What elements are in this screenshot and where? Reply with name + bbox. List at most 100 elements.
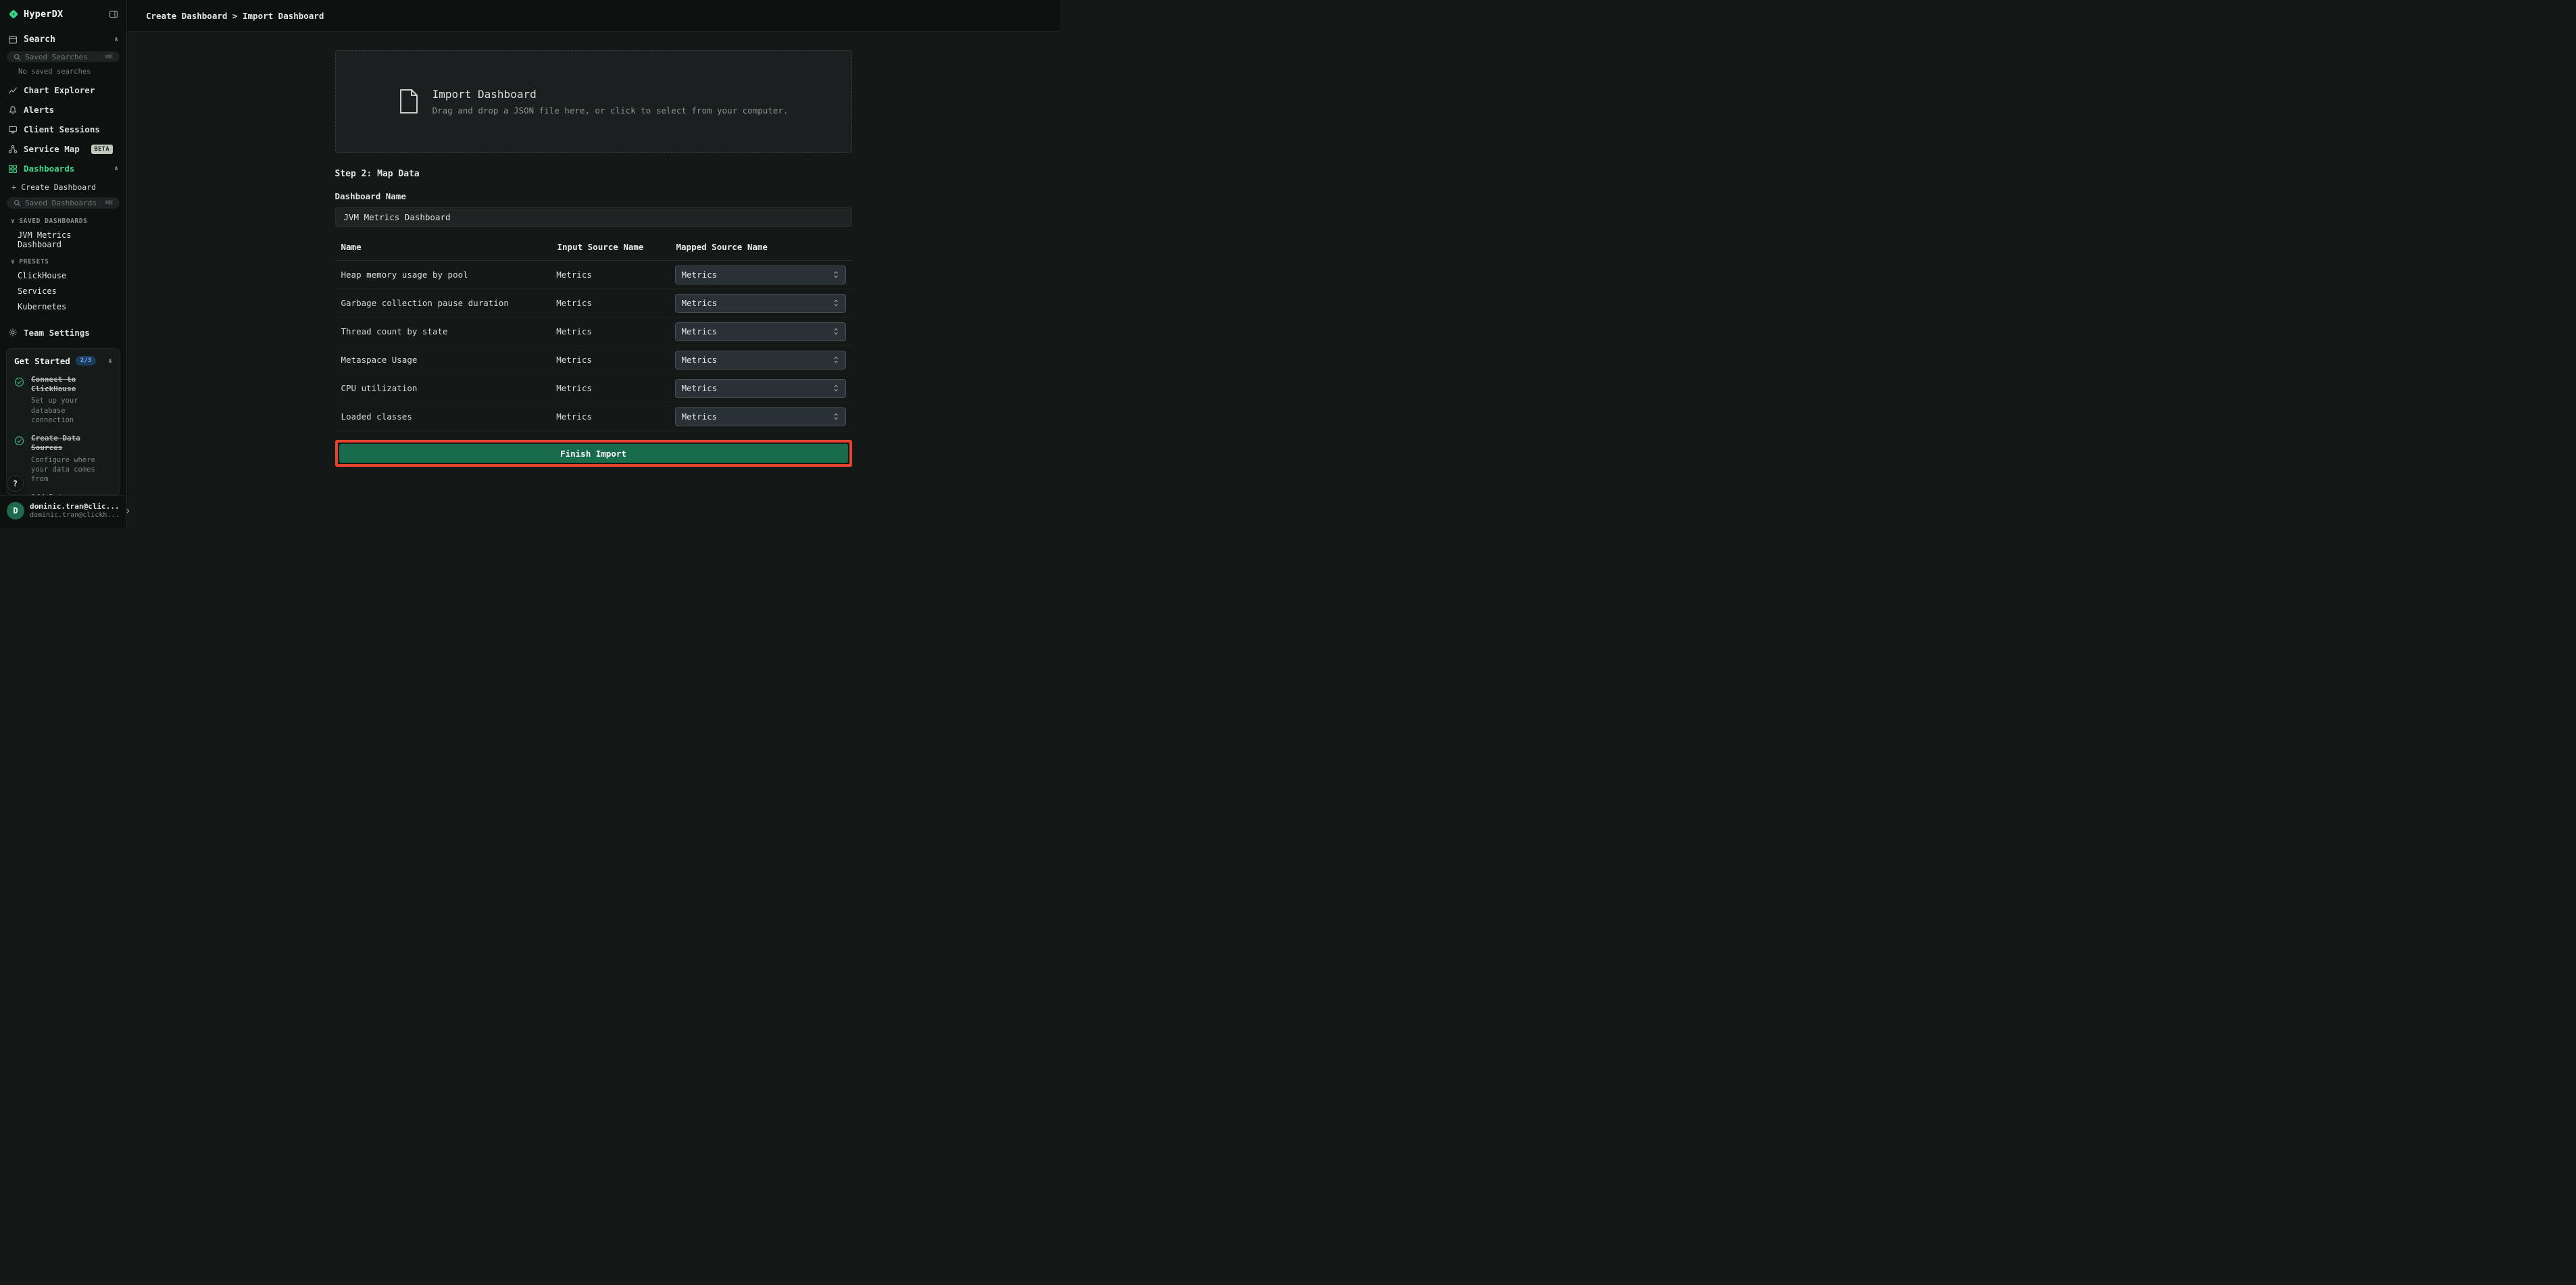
help-button[interactable]: ? xyxy=(7,475,24,492)
finish-import-button[interactable]: Finish Import xyxy=(339,444,848,463)
table-row: Garbage collection pause duration Metric… xyxy=(335,289,852,318)
row-mapped-cell: Metrics xyxy=(675,294,846,313)
search-icon xyxy=(14,199,21,207)
select-chevrons-icon xyxy=(833,412,839,421)
column-header-name: Name xyxy=(341,242,558,252)
get-started-card: Get Started 2/3 ∧ Connect to ClickHouse … xyxy=(6,348,120,495)
progress-badge: 2/3 xyxy=(76,356,96,366)
sidebar-header: HyperDX xyxy=(0,0,126,26)
content: Import Dashboard Drag and drop a JSON fi… xyxy=(127,32,1060,528)
row-name: Metaspace Usage xyxy=(341,355,557,365)
row-mapped-cell: Metrics xyxy=(675,407,846,426)
create-dashboard-label: Create Dashboard xyxy=(21,182,96,192)
saved-dashboards-input[interactable]: Saved Dashboards ⌘K xyxy=(7,197,120,208)
presets-group[interactable]: ∨ PRESETS xyxy=(0,253,126,268)
table-row: CPU utilization Metrics Metrics xyxy=(335,374,852,403)
sidebar-item-label: Dashboards xyxy=(24,163,74,174)
mapped-source-select[interactable]: Metrics xyxy=(675,294,846,313)
file-icon xyxy=(399,89,419,114)
table-row: Heap memory usage by pool Metrics Metric… xyxy=(335,261,852,289)
select-chevrons-icon xyxy=(833,384,839,393)
sidebar-item-label: Chart Explorer xyxy=(24,85,95,95)
preset-link-kubernetes[interactable]: Kubernetes xyxy=(0,299,126,315)
row-input-source: Metrics xyxy=(556,355,674,365)
row-mapped-cell: Metrics xyxy=(675,379,846,398)
get-started-item-desc: Configure where your data comes from xyxy=(31,455,112,484)
mapped-source-select[interactable]: Metrics xyxy=(675,322,846,341)
sidebar-item-label: Client Sessions xyxy=(24,124,100,134)
get-started-item-text: Connect to ClickHouse Set up your databa… xyxy=(31,375,112,425)
get-started-item-desc: Set up your database connection xyxy=(31,396,112,425)
get-started-item-add-data[interactable]: Add Data Start sending logs, metrics, or… xyxy=(14,493,112,495)
saved-searches-input[interactable]: Saved Searches ⌘K xyxy=(7,51,120,62)
row-mapped-cell: Metrics xyxy=(675,266,846,284)
chevron-up-icon: ∧ xyxy=(114,36,118,43)
mapping-table: Name Input Source Name Mapped Source Nam… xyxy=(335,236,852,431)
collapse-sidebar-icon[interactable] xyxy=(109,9,118,19)
row-name: Thread count by state xyxy=(341,326,557,336)
saved-dashboards-group[interactable]: ∨ SAVED DASHBOARDS xyxy=(0,212,126,228)
search-section-icon xyxy=(8,35,18,45)
get-started-item-connect[interactable]: Connect to ClickHouse Set up your databa… xyxy=(14,375,112,425)
sidebar: HyperDX Search ∧ Saved Searches ⌘K No sa… xyxy=(0,0,127,528)
preset-link-services[interactable]: Services xyxy=(0,284,126,299)
topbar: Create Dashboard > Import Dashboard xyxy=(127,0,1060,32)
user-menu[interactable]: D dominic.tran@clic... dominic.tran@clic… xyxy=(0,495,126,528)
create-dashboard-button[interactable]: + Create Dashboard xyxy=(0,178,126,197)
shortcut-hint: ⌘K xyxy=(105,53,113,61)
table-header: Name Input Source Name Mapped Source Nam… xyxy=(335,236,852,261)
selected-option: Metrics xyxy=(682,270,718,280)
table-row: Metaspace Usage Metrics Metrics xyxy=(335,346,852,374)
row-input-source: Metrics xyxy=(556,411,674,422)
sidebar-item-alerts[interactable]: Alerts xyxy=(0,100,126,120)
get-started-item-sources[interactable]: Create Data Sources Configure where your… xyxy=(14,434,112,484)
sidebar-item-team-settings[interactable]: Team Settings xyxy=(0,323,126,343)
get-started-item-title: Create Data Sources xyxy=(31,434,112,453)
select-chevrons-icon xyxy=(833,355,839,364)
get-started-title: Get Started xyxy=(14,356,70,366)
selected-option: Metrics xyxy=(682,298,718,308)
chart-icon xyxy=(8,86,18,95)
get-started-item-text: Add Data Start sending logs, metrics, or… xyxy=(31,493,101,495)
chevron-up-icon: ∧ xyxy=(108,357,112,365)
table-row: Loaded classes Metrics Metrics xyxy=(335,403,852,431)
step-label: Step 2: Map Data xyxy=(335,169,852,179)
sidebar-section-search[interactable]: Search ∧ xyxy=(0,28,126,51)
dashboard-name-input[interactable] xyxy=(335,207,852,227)
select-chevrons-icon xyxy=(833,327,839,336)
saved-dashboard-link[interactable]: JVM Metrics Dashboard xyxy=(0,228,126,253)
dropzone-subtitle: Drag and drop a JSON file here, or click… xyxy=(432,105,789,116)
mapped-source-select[interactable]: Metrics xyxy=(675,379,846,398)
breadcrumb: Create Dashboard > Import Dashboard xyxy=(146,11,324,21)
chevron-down-icon: ∨ xyxy=(11,258,15,266)
get-started-item-text: Create Data Sources Configure where your… xyxy=(31,434,112,484)
row-input-source: Metrics xyxy=(556,326,674,336)
gear-icon xyxy=(8,328,18,337)
mapped-source-select[interactable]: Metrics xyxy=(675,351,846,370)
row-input-source: Metrics xyxy=(556,298,674,308)
chevron-down-icon: ∨ xyxy=(11,218,15,225)
user-info: dominic.tran@clic... dominic.tran@clickh… xyxy=(30,502,119,519)
sidebar-item-dashboards[interactable]: Dashboards ∧ xyxy=(0,159,126,178)
sidebar-item-label: Service Map xyxy=(24,144,80,154)
get-started-item-title: Connect to ClickHouse xyxy=(31,375,112,395)
content-inner: Import Dashboard Drag and drop a JSON fi… xyxy=(335,32,852,528)
bell-icon xyxy=(8,105,18,115)
saved-searches-placeholder: Saved Searches xyxy=(25,53,88,61)
beta-badge: BETA xyxy=(91,145,113,154)
plus-icon: + xyxy=(11,182,16,192)
sidebar-item-service-map[interactable]: Service Map BETA xyxy=(0,139,126,159)
sidebar-item-client-sessions[interactable]: Client Sessions xyxy=(0,120,126,139)
empty-circle-icon xyxy=(14,493,25,495)
sidebar-item-chart-explorer[interactable]: Chart Explorer xyxy=(0,80,126,100)
mapped-source-select[interactable]: Metrics xyxy=(675,407,846,426)
main-area: Create Dashboard > Import Dashboard Impo… xyxy=(127,0,1060,528)
import-dropzone[interactable]: Import Dashboard Drag and drop a JSON fi… xyxy=(335,50,852,153)
get-started-header[interactable]: Get Started 2/3 ∧ xyxy=(14,356,112,366)
mapped-source-select[interactable]: Metrics xyxy=(675,266,846,284)
select-chevrons-icon xyxy=(833,299,839,307)
shortcut-hint: ⌘K xyxy=(105,199,113,207)
preset-link-clickhouse[interactable]: ClickHouse xyxy=(0,268,126,284)
group-label: SAVED DASHBOARDS xyxy=(19,218,87,225)
chevron-up-icon: ∧ xyxy=(114,165,118,172)
